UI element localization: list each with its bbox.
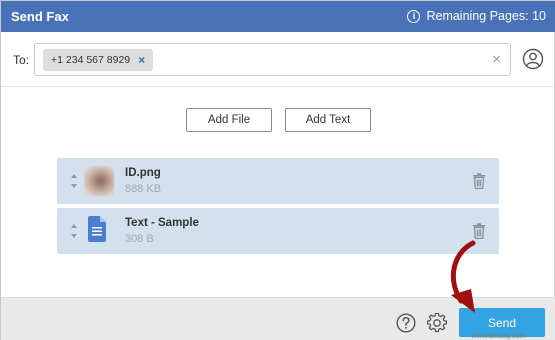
clear-field-icon[interactable]: × — [492, 51, 501, 68]
add-file-button[interactable]: Add File — [186, 108, 272, 132]
info-icon: i — [407, 9, 421, 23]
trash-icon[interactable] — [472, 223, 486, 239]
recipient-chip: +1 234 567 8929 × — [43, 49, 154, 71]
help-icon[interactable] — [396, 313, 416, 333]
contacts-icon[interactable] — [522, 48, 544, 70]
remove-recipient-icon[interactable]: × — [138, 53, 145, 67]
to-label: To: — [13, 53, 30, 67]
send-fax-dialog: Send Fax i Remaining Pages: 10 To: +1 23… — [0, 0, 555, 340]
dialog-title: Send Fax — [11, 9, 69, 24]
drag-handle-icon[interactable] — [70, 173, 78, 189]
remaining-pages-text: Remaining Pages: 10 — [426, 9, 546, 23]
file-row: ID.png 888 KB — [57, 158, 499, 204]
file-name: Text - Sample — [125, 217, 199, 229]
file-row: Text - Sample 308 B — [57, 208, 499, 254]
file-size: 888 KB — [125, 183, 162, 195]
recipient-row: To: +1 234 567 8929 × × — [1, 32, 555, 87]
trash-icon[interactable] — [472, 173, 486, 189]
recipient-number: +1 234 567 8929 — [51, 54, 131, 66]
document-icon — [88, 216, 106, 242]
file-name: ID.png — [125, 167, 161, 179]
title-bar: Send Fax i Remaining Pages: 10 — [1, 1, 555, 32]
gear-icon[interactable] — [427, 313, 447, 333]
recipient-input[interactable]: +1 234 567 8929 × × — [34, 43, 511, 76]
add-text-button[interactable]: Add Text — [285, 108, 371, 132]
watermark: www.deuaq.com — [471, 331, 527, 340]
image-thumbnail — [84, 166, 114, 196]
drag-handle-icon[interactable] — [70, 223, 78, 239]
file-size: 308 B — [125, 233, 154, 245]
remaining-pages: i Remaining Pages: 10 — [407, 9, 546, 23]
